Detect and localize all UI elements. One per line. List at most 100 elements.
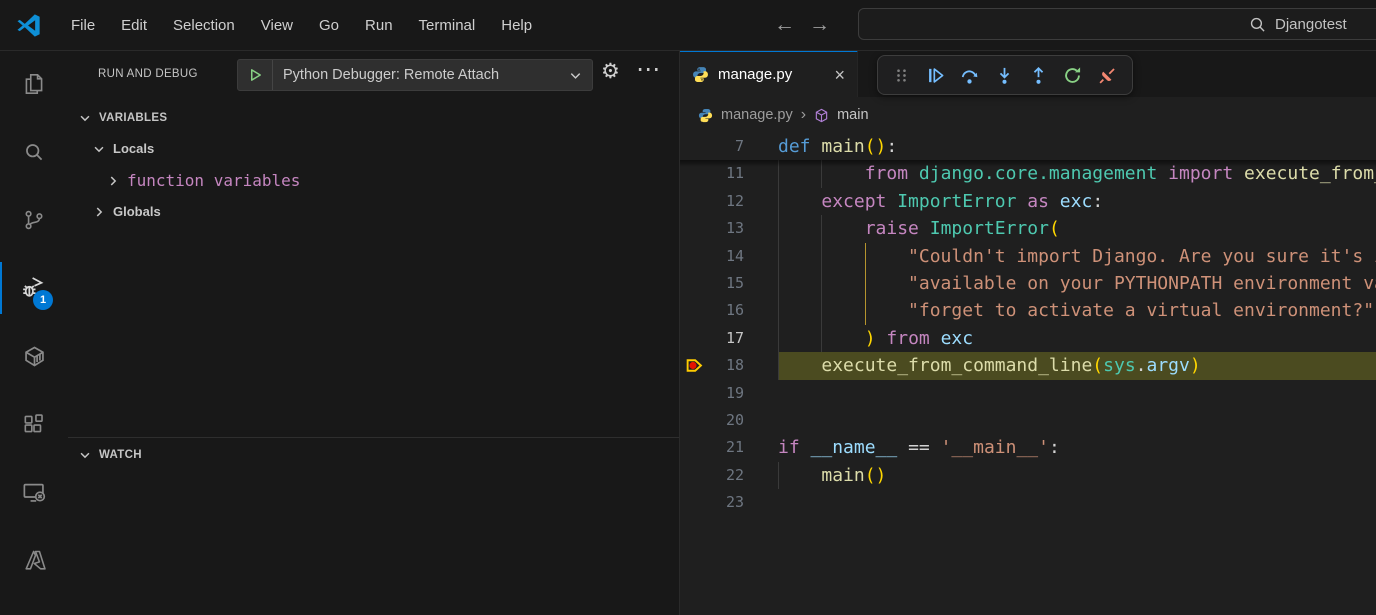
code-text: except ImportError as exc:: [778, 188, 1103, 215]
activity-azure[interactable]: [0, 526, 68, 594]
gear-icon[interactable]: ⚙: [601, 61, 620, 82]
menu-terminal[interactable]: Terminal: [406, 11, 489, 40]
chevron-down-icon: [78, 111, 92, 125]
code-text: if __name__ == '__main__':: [778, 434, 1060, 461]
more-actions-icon[interactable]: ⋯: [636, 57, 660, 81]
code-text: execute_from_command_line(sys.argv): [778, 352, 1201, 379]
breadcrumb-separator: ›: [801, 106, 806, 124]
close-icon[interactable]: ×: [834, 66, 845, 84]
locals-tree-item[interactable]: Locals: [68, 133, 679, 164]
tab-bar: manage.py ×: [680, 50, 1376, 97]
debug-toolbar: [877, 55, 1133, 95]
search-icon: [1249, 16, 1266, 33]
locals-label: Locals: [113, 141, 154, 156]
code-line-13: 13 raise ImportError(: [680, 215, 1376, 242]
code-text: "forget to activate a virtual environmen…: [778, 297, 1374, 324]
line-number-7[interactable]: 7: [680, 133, 744, 160]
menu-help[interactable]: Help: [488, 11, 545, 40]
menu-file[interactable]: File: [58, 11, 108, 40]
step-out-button[interactable]: [1029, 66, 1048, 85]
disconnect-button[interactable]: [1098, 66, 1117, 85]
back-arrow-icon[interactable]: ←: [774, 13, 795, 37]
code-line-20: 20: [680, 407, 1376, 434]
line-number-16[interactable]: 16: [680, 297, 744, 324]
tab-manage-py[interactable]: manage.py ×: [680, 50, 858, 97]
forward-arrow-icon[interactable]: →: [809, 13, 830, 37]
source-control-icon: [21, 207, 47, 233]
chevron-right-icon: [106, 174, 120, 188]
activity-containers[interactable]: [0, 322, 68, 390]
globals-tree-item[interactable]: Globals: [68, 196, 679, 227]
menu-bar: File Edit Selection View Go Run Terminal…: [58, 11, 545, 40]
code-text: raise ImportError(: [778, 215, 1060, 242]
line-number-20[interactable]: 20: [680, 407, 744, 434]
code-line-21: 21 if __name__ == '__main__':: [680, 434, 1376, 461]
start-debug-button[interactable]: [238, 60, 273, 90]
menu-selection[interactable]: Selection: [160, 11, 248, 40]
line-number-13[interactable]: 13: [680, 215, 744, 242]
section-divider: [68, 437, 679, 438]
line-number-17[interactable]: 17: [680, 325, 744, 352]
code-line-18: 18 execute_from_command_line(sys.argv): [680, 352, 1376, 379]
editor-group: manage.py × manage.py › main 7 def main()…: [680, 50, 1376, 615]
activity-run-and-debug[interactable]: 1: [0, 254, 68, 322]
line-number-19[interactable]: 19: [680, 380, 744, 407]
breadcrumb: manage.py › main: [680, 97, 1376, 133]
continue-button[interactable]: [926, 66, 945, 85]
chevron-down-icon: [78, 448, 92, 462]
menu-run[interactable]: Run: [352, 11, 406, 40]
menu-go[interactable]: Go: [306, 11, 352, 40]
step-into-button[interactable]: [995, 66, 1014, 85]
breadcrumb-symbol[interactable]: main: [837, 107, 868, 123]
python-file-icon: [692, 66, 709, 83]
watch-section-header[interactable]: WATCH: [68, 439, 679, 470]
run-and-debug-sidebar: RUN AND DEBUG Python Debugger: Remote At…: [68, 50, 680, 615]
remote-explorer-icon: [21, 479, 48, 506]
activity-explorer[interactable]: [0, 50, 68, 118]
activity-source-control[interactable]: [0, 186, 68, 254]
azure-icon: [21, 547, 48, 574]
code-line-23: 23: [680, 489, 1376, 516]
sticky-scroll-line: 7 def main():: [680, 133, 1376, 160]
line-number-14[interactable]: 14: [680, 243, 744, 270]
code-line-15: 15 "available on your PYTHONPATH environ…: [680, 270, 1376, 297]
files-icon: [21, 71, 47, 97]
line-number-15[interactable]: 15: [680, 270, 744, 297]
activity-extensions[interactable]: [0, 390, 68, 458]
search-icon: [21, 139, 47, 165]
line-number-23[interactable]: 23: [680, 489, 744, 516]
watch-section-label: WATCH: [99, 449, 142, 461]
line-number-12[interactable]: 12: [680, 188, 744, 215]
launch-config-dropdown[interactable]: Python Debugger: Remote Attach: [237, 59, 593, 91]
launch-config-label: Python Debugger: Remote Attach: [273, 67, 568, 83]
variables-section-label: VARIABLES: [99, 112, 167, 124]
variables-section-header[interactable]: VARIABLES: [68, 102, 679, 133]
gripper-icon[interactable]: [893, 67, 910, 84]
command-center-search[interactable]: Djangotest: [858, 8, 1376, 40]
breadcrumb-file[interactable]: manage.py: [721, 107, 793, 123]
activity-remote-explorer[interactable]: [0, 458, 68, 526]
code-text: def main():: [778, 133, 897, 160]
title-bar: File Edit Selection View Go Run Terminal…: [0, 0, 1376, 51]
restart-button[interactable]: [1063, 66, 1082, 85]
code-text: main(): [778, 462, 886, 489]
sidebar-title: RUN AND DEBUG: [98, 68, 198, 80]
function-variables-tree-item[interactable]: function variables: [68, 165, 679, 196]
step-over-button[interactable]: [960, 66, 979, 85]
line-number-22[interactable]: 22: [680, 462, 744, 489]
vscode-logo-icon: [15, 12, 42, 39]
menu-view[interactable]: View: [248, 11, 306, 40]
line-number-18[interactable]: 18: [680, 352, 744, 379]
chevron-down-icon: [568, 68, 592, 83]
container-cube-icon: [21, 343, 48, 370]
code-line-16: 16 "forget to activate a virtual environ…: [680, 297, 1376, 324]
code-area: 11 from django.core.management import ex…: [680, 133, 1376, 615]
line-number-21[interactable]: 21: [680, 434, 744, 461]
chevron-down-icon: [92, 142, 106, 156]
function-variables-label: function variables: [127, 171, 300, 190]
menu-edit[interactable]: Edit: [108, 11, 160, 40]
code-text: "available on your PYTHONPATH environmen…: [778, 270, 1376, 297]
activity-search[interactable]: [0, 118, 68, 186]
code-line-12: 12 except ImportError as exc:: [680, 188, 1376, 215]
search-project-label: Djangotest: [1275, 16, 1347, 33]
